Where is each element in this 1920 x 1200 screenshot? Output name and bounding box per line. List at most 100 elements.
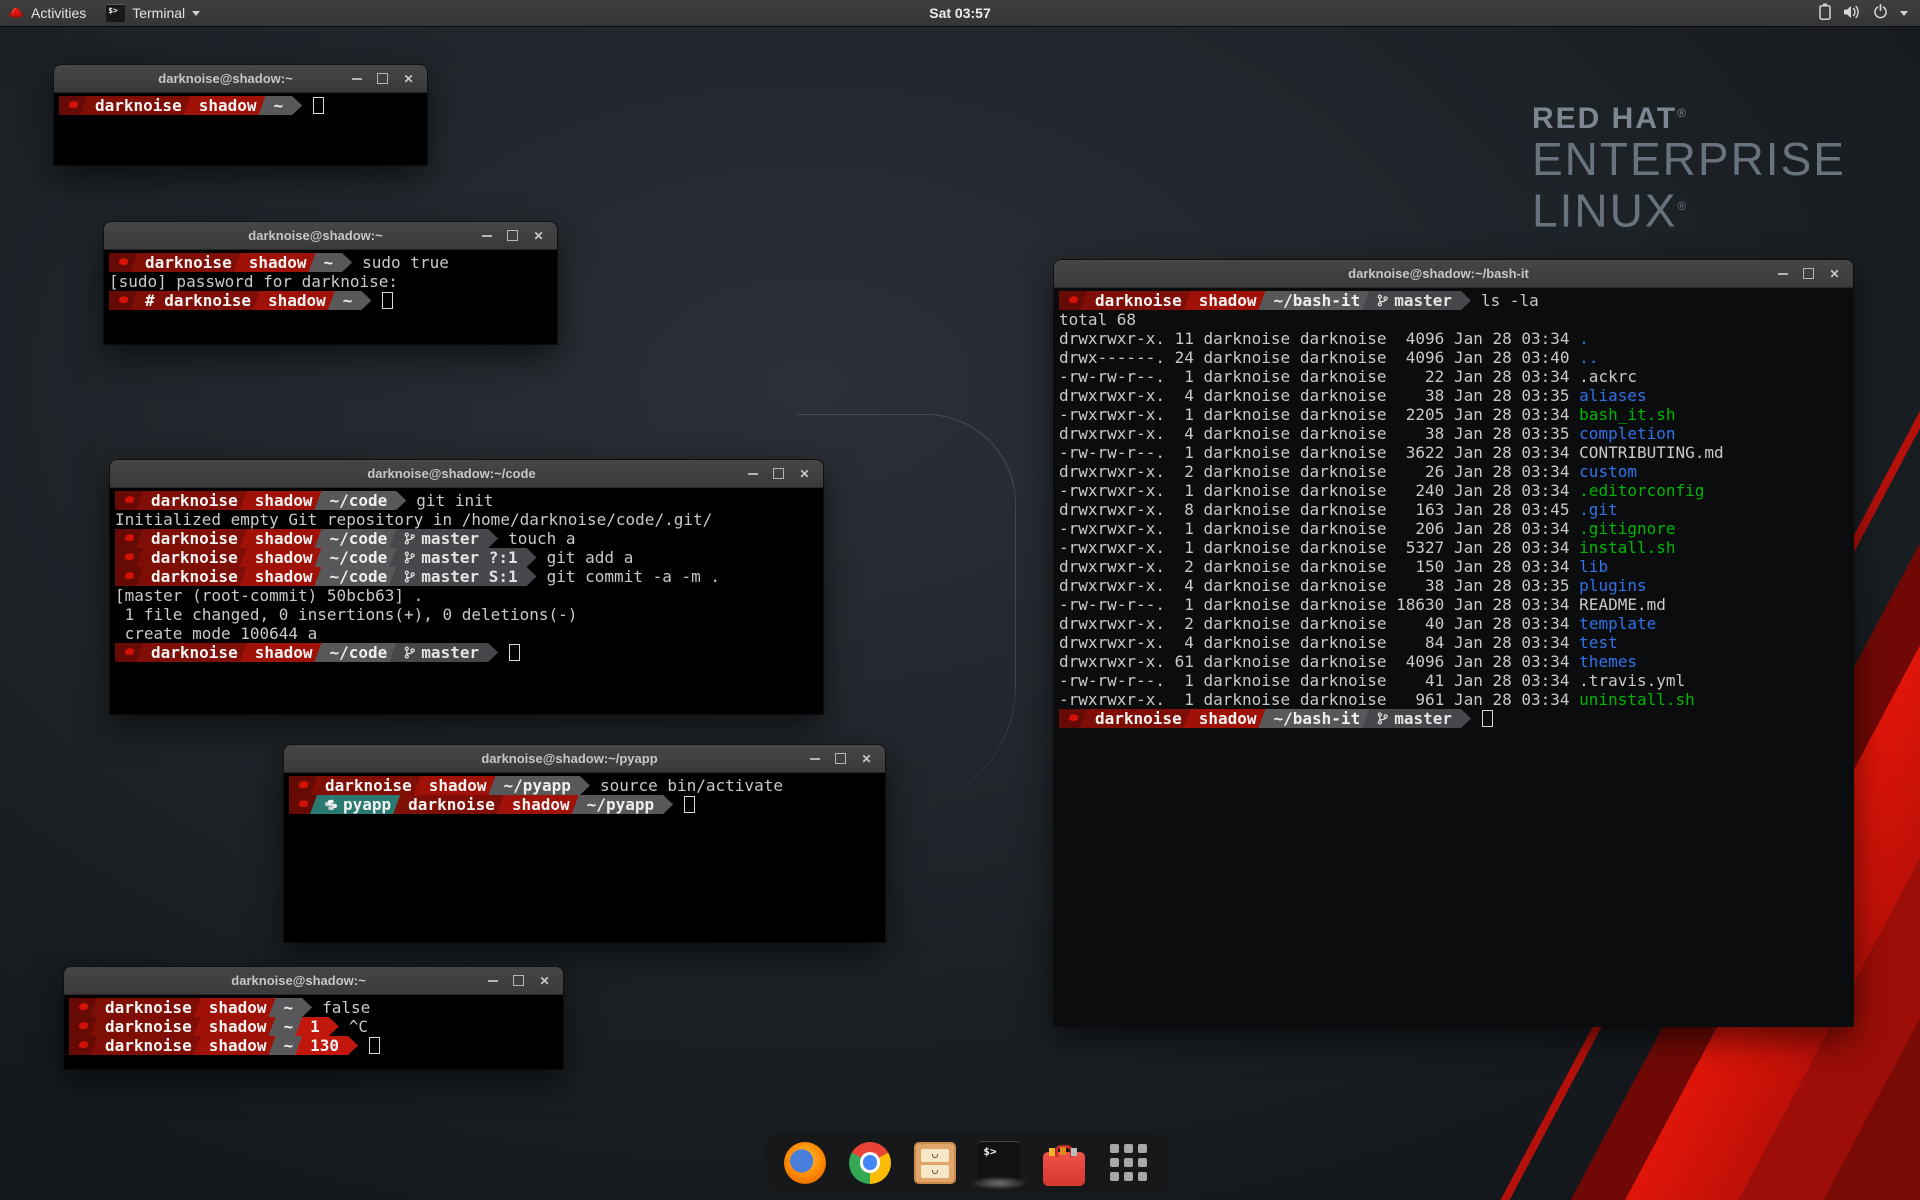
maximize-button[interactable] — [1802, 267, 1815, 280]
close-button[interactable] — [538, 974, 551, 987]
close-button[interactable] — [860, 752, 873, 765]
window-titlebar[interactable]: darknoise@shadow:~/pyapp — [284, 745, 885, 773]
git-branch-icon — [1377, 294, 1388, 307]
terminal-cursor — [509, 644, 520, 661]
terminal-content[interactable]: darknoiseshadow~/bash-itmasterls -latota… — [1054, 288, 1853, 1026]
command-text: ls -la — [1481, 291, 1539, 310]
prompt-segment-branch: master — [1362, 709, 1471, 728]
redhat-prompt-icon — [77, 1001, 90, 1014]
toolbox-icon[interactable] — [1043, 1152, 1085, 1186]
maximize-button[interactable] — [376, 72, 389, 85]
prompt-segment-host: shadow — [414, 776, 500, 795]
window-titlebar[interactable]: darknoise@shadow:~ — [104, 222, 557, 250]
window-title: darknoise@shadow:~ — [124, 973, 473, 988]
terminal-window-sudo: darknoise@shadow:~ darknoiseshadow~sudo … — [104, 222, 557, 344]
prompt-segment-host: shadow — [194, 1036, 280, 1055]
close-icon — [799, 465, 809, 483]
prompt-segment-path: ~/code — [315, 529, 401, 548]
clock[interactable]: Sat 03:57 — [0, 5, 1920, 21]
terminal-cursor — [684, 796, 695, 813]
terminal-content[interactable]: darknoiseshadow~sudo true[sudo] password… — [104, 250, 557, 344]
window-titlebar[interactable]: darknoise@shadow:~/code — [110, 460, 823, 488]
file-list-row: drwx------. 24 darknoise darknoise 4096 … — [1059, 348, 1848, 367]
prompt-segment-venv: pyapp — [310, 795, 404, 814]
redhat-prompt-icon — [1067, 712, 1080, 725]
maximize-button[interactable] — [772, 467, 785, 480]
prompt-segment-user: darknoise — [1080, 709, 1195, 728]
minimize-button[interactable] — [808, 752, 821, 765]
close-icon — [1829, 265, 1839, 283]
prompt-segment-host: shadow — [497, 795, 583, 814]
maximize-button[interactable] — [834, 752, 847, 765]
prompt-segment-path: ~/code — [315, 567, 401, 586]
git-branch-icon — [404, 551, 415, 564]
system-tray[interactable] — [1819, 0, 1908, 26]
file-list-row: -rwxrwxr-x. 1 darknoise darknoise 5327 J… — [1059, 538, 1848, 557]
redhat-prompt-icon — [1067, 294, 1080, 307]
window-titlebar[interactable]: darknoise@shadow:~ — [54, 65, 427, 93]
maximize-icon — [377, 73, 388, 84]
file-list-row: -rwxrwxr-x. 1 darknoise darknoise 206 Ja… — [1059, 519, 1848, 538]
prompt-segment-branch: master ?:1 — [389, 548, 536, 567]
minimize-icon — [482, 235, 492, 237]
close-button[interactable] — [1828, 267, 1841, 280]
prompt-line: darknoiseshadow~130 — [69, 1036, 558, 1055]
file-name: .. — [1579, 348, 1598, 367]
window-titlebar[interactable]: darknoise@shadow:~ — [64, 967, 563, 995]
close-icon — [533, 227, 543, 245]
file-name: .ackrc — [1579, 367, 1637, 386]
volume-icon — [1843, 5, 1861, 22]
minimize-button[interactable] — [480, 229, 493, 242]
terminal-window-home-1: darknoise@shadow:~ darknoiseshadow~ — [54, 65, 427, 165]
git-branch-icon — [404, 532, 415, 545]
close-button[interactable] — [532, 229, 545, 242]
close-button[interactable] — [402, 72, 415, 85]
file-list-row: drwxrwxr-x. 2 darknoise darknoise 150 Ja… — [1059, 557, 1848, 576]
terminal-window-code: darknoise@shadow:~/code darknoiseshadow~… — [110, 460, 823, 714]
prompt-segment-branch: master — [389, 643, 498, 662]
minimize-icon — [748, 473, 758, 475]
terminal-icon[interactable] — [978, 1141, 1020, 1184]
minimize-button[interactable] — [486, 974, 499, 987]
prompt-segment-host: shadow — [194, 1017, 280, 1036]
terminal-content[interactable]: darknoiseshadow~falsedarknoiseshadow~1^C… — [64, 995, 563, 1069]
python-icon — [325, 799, 337, 811]
close-button[interactable] — [798, 467, 811, 480]
maximize-button[interactable] — [506, 229, 519, 242]
app-grid-icon[interactable] — [1108, 1142, 1150, 1184]
window-titlebar[interactable]: darknoise@shadow:~/bash-it — [1054, 260, 1853, 288]
prompt-line: darknoiseshadow~/codemaster — [115, 643, 818, 662]
terminal-content[interactable]: darknoiseshadow~ — [54, 93, 427, 165]
file-name: .travis.yml — [1579, 671, 1685, 690]
prompt-segment-path: ~/pyapp — [489, 776, 590, 795]
window-title: darknoise@shadow:~/bash-it — [1114, 266, 1763, 281]
chrome-icon[interactable] — [849, 1142, 891, 1184]
prompt-segment-user: darknoise — [136, 491, 251, 510]
terminal-content[interactable]: darknoiseshadow~/codegit initInitialized… — [110, 488, 823, 714]
terminal-window-exit-codes: darknoise@shadow:~ darknoiseshadow~false… — [64, 967, 563, 1069]
minimize-button[interactable] — [746, 467, 759, 480]
prompt-segment-host: shadow — [1184, 709, 1270, 728]
firefox-icon[interactable] — [784, 1142, 826, 1184]
rhel-logo-line1: RED HAT® — [1532, 102, 1846, 136]
prompt-line: darknoiseshadow~/bash-itmasterls -la — [1059, 291, 1848, 310]
files-icon[interactable] — [914, 1142, 956, 1184]
prompt-segment-host: shadow — [240, 548, 326, 567]
file-name: uninstall.sh — [1579, 690, 1695, 709]
rhel-logo-line2: ENTERPRISE — [1532, 136, 1846, 183]
prompt-line: darknoiseshadow~1^C — [69, 1017, 558, 1036]
prompt-segment-user: darknoise — [130, 253, 245, 272]
terminal-output-line: Initialized empty Git repository in /hom… — [115, 510, 818, 529]
command-text: source bin/activate — [600, 776, 783, 795]
minimize-icon — [810, 758, 820, 760]
file-list-row: drwxrwxr-x. 61 darknoise darknoise 4096 … — [1059, 652, 1848, 671]
prompt-segment-status: 130 — [295, 1036, 358, 1055]
maximize-button[interactable] — [512, 974, 525, 987]
minimize-button[interactable] — [350, 72, 363, 85]
prompt-segment-host: shadow — [194, 998, 280, 1017]
terminal-content[interactable]: darknoiseshadow~/pyappsource bin/activat… — [284, 773, 885, 942]
prompt-line: darknoiseshadow~ — [59, 96, 422, 115]
minimize-button[interactable] — [1776, 267, 1789, 280]
file-name: . — [1579, 329, 1589, 348]
top-bar: Activities Terminal Sat 03:57 — [0, 0, 1920, 27]
